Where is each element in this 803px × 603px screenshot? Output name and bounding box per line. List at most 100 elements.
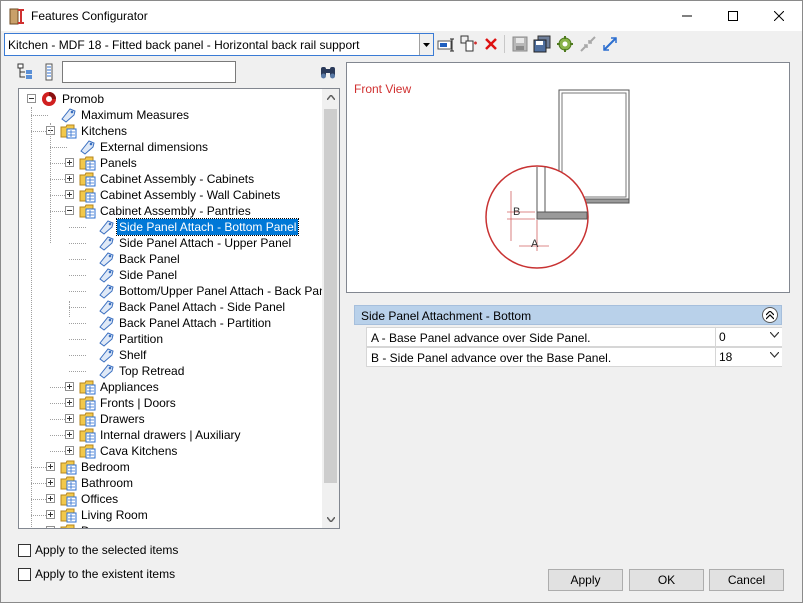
property-b-label: B - Side Panel advance over the Base Pan…	[371, 351, 612, 365]
tree-item[interactable]: Appliances	[19, 379, 319, 395]
tree-item[interactable]: Internal drawers | Auxiliary	[19, 427, 319, 443]
save-icon[interactable]	[511, 35, 529, 53]
tree-connector	[31, 107, 32, 527]
scroll-up-icon[interactable]	[322, 89, 339, 106]
folder-grid-icon	[60, 123, 77, 139]
collapse-icon[interactable]	[27, 94, 36, 103]
tag-icon	[98, 235, 115, 251]
tree-item[interactable]: Bottom/Upper Panel Attach - Back Panel	[19, 283, 335, 299]
expand-icon[interactable]	[65, 398, 74, 407]
folder-grid-icon	[79, 395, 96, 411]
tree-item-label: Back Panel	[119, 252, 180, 266]
tree-item[interactable]: Top Retread	[19, 363, 319, 379]
tree-item[interactable]: Bathroom	[19, 475, 319, 491]
expand-icon[interactable]	[65, 446, 74, 455]
folder-grid-icon	[79, 203, 96, 219]
expand-icon[interactable]	[46, 510, 55, 519]
apply-existent-checkbox[interactable]	[18, 568, 31, 581]
expand-icon[interactable]	[65, 414, 74, 423]
tree-item[interactable]: Partition	[19, 331, 319, 347]
tree-vertical-scrollbar[interactable]	[322, 89, 339, 528]
collapse-icon[interactable]	[65, 206, 74, 215]
tree-item[interactable]: Shelf	[19, 347, 319, 363]
expand-icon[interactable]	[46, 478, 55, 487]
expand-icon[interactable]	[46, 462, 55, 471]
configuration-select[interactable]: Kitchen - MDF 18 - Fitted back panel - H…	[4, 33, 434, 56]
binoculars-icon[interactable]	[319, 63, 337, 81]
features-tree[interactable]: Promob Maximum Measures Kitchens External d…	[18, 88, 340, 529]
scroll-down-icon[interactable]	[322, 511, 339, 528]
tree-item[interactable]: Side Panel Attach - Upper Panel	[19, 235, 319, 251]
expand-icon[interactable]	[46, 494, 55, 503]
folder-grid-icon	[79, 187, 96, 203]
tree-item[interactable]: Side Panel	[19, 267, 319, 283]
tree-item[interactable]: Maximum Measures	[19, 107, 319, 123]
tree-item[interactable]: D...	[19, 523, 319, 528]
save-all-icon[interactable]	[533, 35, 551, 53]
tree-item[interactable]: Side Panel Attach - Bottom Panel	[19, 218, 319, 236]
chevron-down-icon[interactable]	[770, 352, 779, 358]
expand-icon[interactable]	[65, 174, 74, 183]
tree-item-label: Cava Kitchens	[100, 444, 178, 458]
minimize-button[interactable]	[664, 1, 710, 31]
chevron-down-icon[interactable]	[770, 332, 779, 338]
tag-icon	[79, 139, 96, 155]
scroll-thumb[interactable]	[324, 109, 337, 483]
expand-icon[interactable]	[65, 430, 74, 439]
collapse-arrows-icon[interactable]	[579, 35, 597, 53]
property-row-b: B - Side Panel advance over the Base Pan…	[366, 347, 782, 367]
tree-item[interactable]: Drawers	[19, 411, 319, 427]
tree-item[interactable]: Panels	[19, 155, 319, 171]
collapse-group-icon[interactable]	[762, 307, 778, 323]
tag-icon	[98, 267, 115, 283]
dimension-a-label: A	[531, 238, 539, 250]
property-a-select[interactable]: 0	[715, 328, 782, 346]
tree-expand-all-icon[interactable]	[17, 63, 35, 81]
tree-item-label: Internal drawers | Auxiliary	[100, 428, 241, 442]
tree-item[interactable]: Back Panel Attach - Partition	[19, 315, 319, 331]
expand-arrows-icon[interactable]	[601, 35, 619, 53]
tree-item[interactable]: Cava Kitchens	[19, 443, 319, 459]
expand-icon[interactable]	[46, 526, 55, 528]
property-group-header[interactable]: Side Panel Attachment - Bottom	[354, 305, 782, 325]
tree-item[interactable]: Living Room	[19, 507, 319, 523]
ok-button[interactable]: OK	[629, 569, 704, 591]
expand-icon[interactable]	[65, 190, 74, 199]
rename-icon[interactable]	[437, 35, 455, 53]
tree-item[interactable]: Back Panel Attach - Side Panel	[19, 299, 319, 315]
tree-search-input[interactable]	[62, 61, 236, 83]
tree-item-label: Offices	[81, 492, 119, 506]
tree-item-label: Side Panel Attach - Bottom Panel	[115, 218, 300, 236]
folder-grid-icon	[60, 475, 77, 491]
tree-item-label: Promob	[62, 92, 105, 106]
apply-selected-checkbox[interactable]	[18, 544, 31, 557]
folder-grid-icon	[79, 411, 96, 427]
folder-grid-icon	[79, 155, 96, 171]
new-item-icon[interactable]	[460, 35, 478, 53]
tree-item[interactable]: Cabinet Assembly - Wall Cabinets	[19, 187, 319, 203]
property-a-label: A - Base Panel advance over Side Panel.	[371, 331, 591, 345]
tree-item[interactable]: Cabinet Assembly - Pantries	[19, 203, 319, 219]
tree-item[interactable]: Bedroom	[19, 459, 319, 475]
tree-item[interactable]: Offices	[19, 491, 319, 507]
cancel-button[interactable]: Cancel	[709, 569, 784, 591]
expand-icon[interactable]	[65, 382, 74, 391]
tree-connector	[50, 123, 51, 243]
tree-item[interactable]: Promob	[19, 91, 319, 107]
tree-item-label: Appliances	[100, 380, 159, 394]
tree-item[interactable]: Cabinet Assembly - Cabinets	[19, 171, 319, 187]
delete-icon[interactable]	[482, 35, 500, 53]
chevron-down-icon[interactable]	[419, 34, 433, 55]
tree-item[interactable]: External dimensions	[19, 139, 319, 155]
tree-item[interactable]: Kitchens	[19, 123, 319, 139]
tree-item[interactable]: Fronts | Doors	[19, 395, 319, 411]
tree-item[interactable]: Back Panel	[19, 251, 319, 267]
close-button[interactable]	[756, 1, 802, 31]
tree-collapse-all-icon[interactable]	[40, 63, 58, 81]
apply-button[interactable]: Apply	[548, 569, 623, 591]
maximize-button[interactable]	[710, 1, 756, 31]
property-b-select[interactable]: 18	[715, 348, 782, 366]
tag-icon	[60, 107, 77, 123]
settings-gear-icon[interactable]	[556, 35, 574, 53]
expand-icon[interactable]	[65, 158, 74, 167]
